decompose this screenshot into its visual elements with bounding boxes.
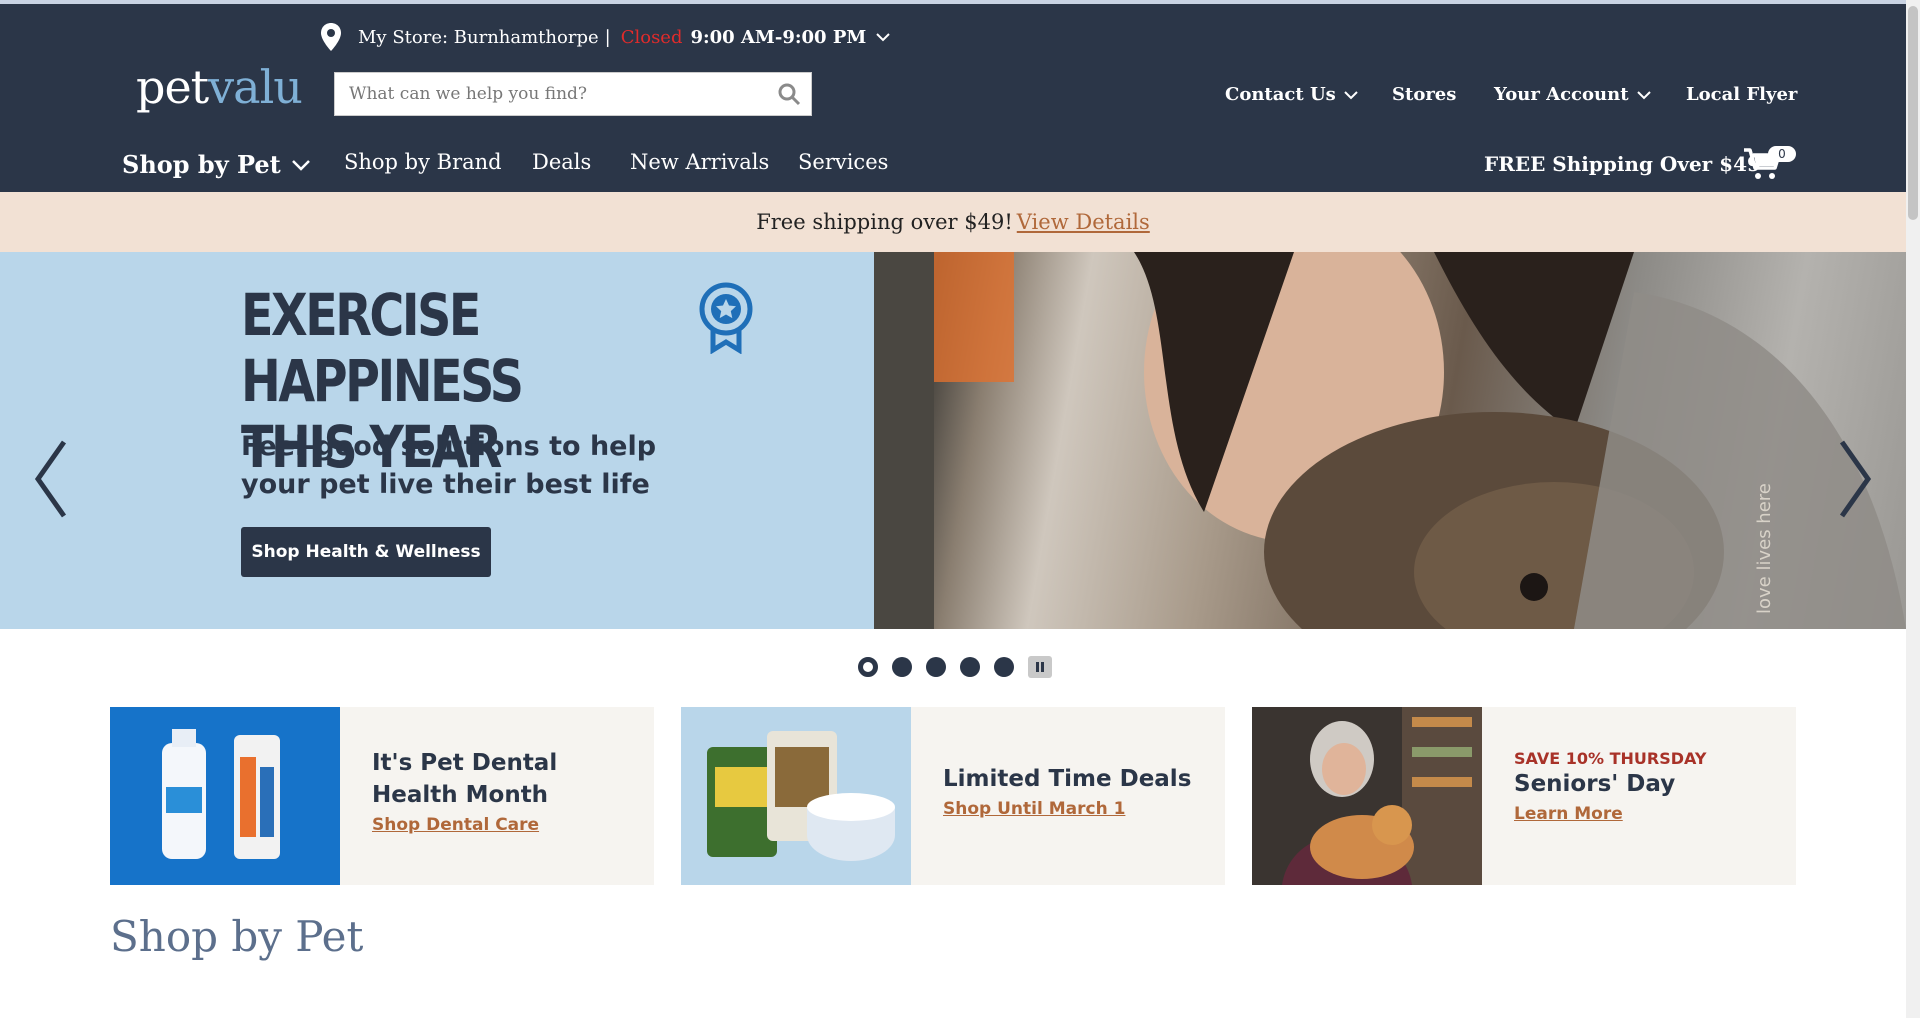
nav-shop-by-pet[interactable]: Shop by Pet	[122, 150, 311, 179]
free-shipping-note: FREE Shipping Over $49	[1484, 152, 1761, 176]
logo-valu: valu	[208, 60, 303, 114]
your-account-label: Your Account	[1494, 84, 1629, 105]
your-account-link[interactable]: Your Account	[1494, 84, 1651, 105]
promo-banner: Free shipping over $49! View Details	[0, 192, 1906, 252]
carousel-dot-5[interactable]	[994, 657, 1014, 677]
carousel-dot-2[interactable]	[892, 657, 912, 677]
search-input[interactable]	[335, 83, 777, 105]
hero-text-panel: EXERCISE HAPPINESS THIS YEAR Feel-good s…	[0, 252, 874, 629]
shop-until-march-link[interactable]: Shop Until March 1	[943, 799, 1191, 819]
nav-new-arrivals[interactable]: New Arrivals	[630, 150, 769, 174]
deals-products-image	[681, 707, 911, 885]
nav-shop-by-pet-label: Shop by Pet	[122, 150, 281, 179]
store-selector[interactable]: My Store: Burnhamthorpe | Closed 9:00 AM…	[318, 22, 890, 52]
store-hours: 9:00 AM-9:00 PM	[690, 26, 867, 48]
location-pin-icon	[321, 23, 341, 51]
senior-with-cat-image	[1252, 707, 1482, 885]
hero-photo-woman-with-dog: love lives here	[874, 252, 1906, 629]
dental-card-title-line1: It's Pet Dental	[372, 750, 558, 776]
stores-label: Stores	[1392, 84, 1457, 105]
learn-more-link[interactable]: Learn More	[1514, 804, 1706, 824]
shop-dental-care-link[interactable]: Shop Dental Care	[372, 815, 557, 835]
award-ribbon-icon	[699, 282, 753, 354]
view-details-link[interactable]: View Details	[1017, 210, 1150, 234]
carousel-pagination	[858, 656, 1052, 678]
store-separator: |	[604, 26, 611, 48]
local-flyer-label: Local Flyer	[1686, 84, 1798, 105]
hero-subtitle-line1: Feel-good solutions to help	[241, 431, 657, 462]
hero-subtitle: Feel-good solutions to help your pet liv…	[241, 428, 681, 504]
cart-count-badge: 0	[1768, 146, 1796, 162]
petvalu-logo[interactable]: petvalu	[136, 64, 303, 110]
contact-us-link[interactable]: Contact Us	[1225, 84, 1358, 105]
promo-text: Free shipping over $49!	[756, 210, 1013, 234]
pause-icon-bar	[1041, 662, 1044, 672]
carousel-dot-4[interactable]	[960, 657, 980, 677]
seniors-card-title: Seniors' Day	[1514, 771, 1676, 797]
store-name: My Store: Burnhamthorpe	[358, 26, 599, 48]
promo-card-seniors-day[interactable]: SAVE 10% THURSDAY Seniors' Day Learn Mor…	[1252, 707, 1796, 885]
shop-by-pet-heading: Shop by Pet	[110, 912, 364, 961]
hero-title-line1: EXERCISE HAPPINESS	[241, 281, 524, 415]
hero-photo-art	[874, 252, 1906, 629]
search-icon[interactable]	[777, 82, 801, 106]
carousel-dot-1[interactable]	[858, 657, 878, 677]
hero-carousel: EXERCISE HAPPINESS THIS YEAR Feel-good s…	[0, 252, 1906, 629]
carousel-dot-3[interactable]	[926, 657, 946, 677]
search-bar	[334, 72, 812, 116]
chevron-down-icon	[1344, 90, 1358, 99]
chevron-down-icon	[291, 159, 310, 171]
local-flyer-link[interactable]: Local Flyer	[1686, 84, 1797, 105]
deals-card-text: Limited Time Deals Shop Until March 1	[943, 763, 1191, 819]
nav-deals[interactable]: Deals	[532, 150, 591, 174]
chevron-down-icon	[876, 33, 890, 42]
pause-icon-bar	[1036, 662, 1039, 672]
nav-shop-by-brand[interactable]: Shop by Brand	[344, 150, 502, 174]
carousel-next-arrow-icon[interactable]	[1838, 440, 1872, 518]
logo-pet: pet	[136, 60, 209, 114]
page-scrollbar[interactable]	[1906, 0, 1920, 1018]
nav-services[interactable]: Services	[798, 150, 888, 174]
chevron-down-icon	[1636, 90, 1651, 99]
promo-card-deals[interactable]: Limited Time Deals Shop Until March 1	[681, 707, 1225, 885]
site-header: My Store: Burnhamthorpe | Closed 9:00 AM…	[0, 4, 1906, 192]
scrollbar-thumb[interactable]	[1908, 6, 1918, 220]
deals-card-title: Limited Time Deals	[943, 766, 1192, 792]
dental-card-title-line2: Health Month	[372, 782, 549, 808]
contact-us-label: Contact Us	[1225, 84, 1336, 105]
seniors-card-text: SAVE 10% THURSDAY Seniors' Day Learn Mor…	[1514, 749, 1706, 824]
dental-card-text: It's Pet Dental Health Month Shop Dental…	[372, 747, 557, 835]
hero-tagline: love lives here	[1754, 483, 1775, 614]
shop-health-wellness-button[interactable]: Shop Health & Wellness	[241, 527, 491, 577]
carousel-pause-button[interactable]	[1028, 656, 1052, 678]
dental-products-image	[110, 707, 340, 885]
promo-card-dental[interactable]: It's Pet Dental Health Month Shop Dental…	[110, 707, 654, 885]
store-status: Closed	[620, 26, 683, 48]
hero-subtitle-line2: your pet live their best life	[241, 469, 650, 500]
carousel-prev-arrow-icon[interactable]	[34, 440, 68, 518]
stores-link[interactable]: Stores	[1392, 84, 1456, 105]
seniors-card-kicker: SAVE 10% THURSDAY	[1514, 749, 1707, 768]
